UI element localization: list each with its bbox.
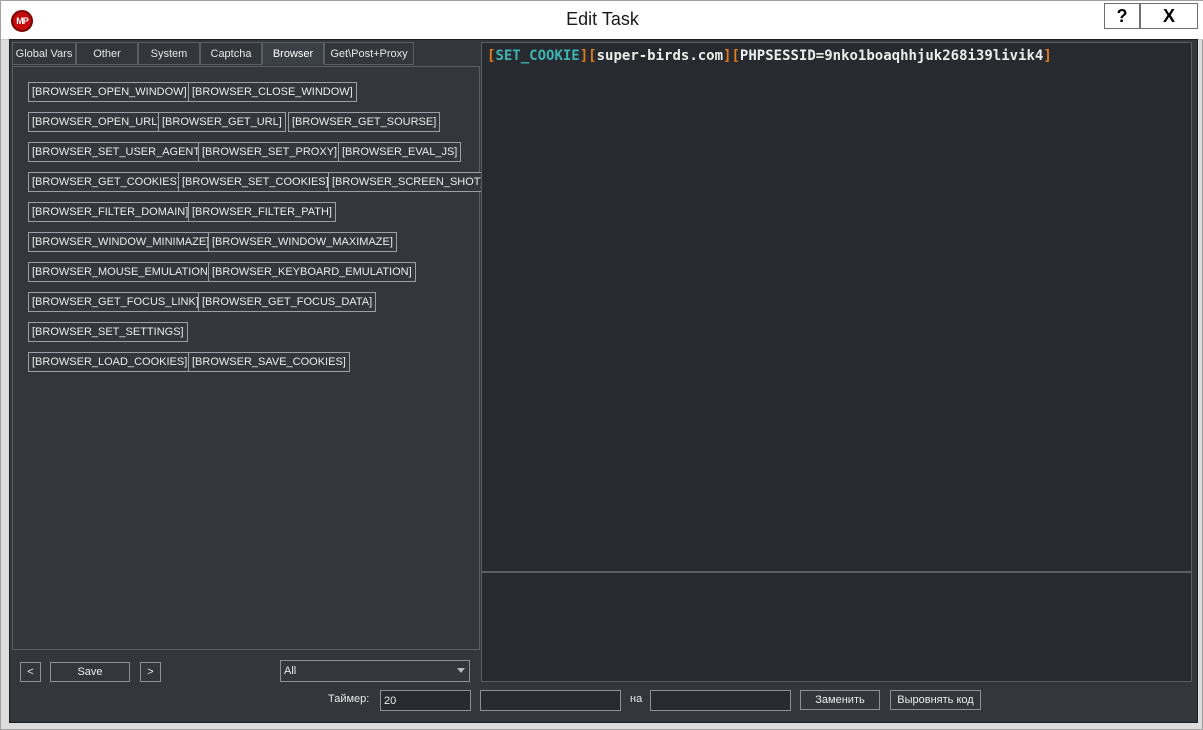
cmd-browser-set-proxy[interactable]: [BROWSER_SET_PROXY] — [198, 142, 342, 162]
cmd-browser-save-cookies[interactable]: [BROWSER_SAVE_COOKIES] — [188, 352, 350, 372]
code-editor[interactable]: [SET_COOKIE][super-birds.com][PHPSESSID=… — [481, 42, 1192, 572]
tab-captcha[interactable]: Captcha — [200, 42, 262, 65]
window-body: Global Vars Other System Captcha Browser… — [9, 39, 1198, 723]
chevron-down-icon — [457, 668, 465, 673]
save-button[interactable]: Save — [50, 662, 130, 682]
cmd-browser-window-maximaze[interactable]: [BROWSER_WINDOW_MAXIMAZE] — [208, 232, 397, 252]
replace-input[interactable] — [650, 690, 791, 711]
tab-get-post-proxy[interactable]: Get\Post+Proxy — [324, 42, 414, 65]
cmd-browser-set-user-agent[interactable]: [BROWSER_SET_USER_AGENT] — [28, 142, 208, 162]
code-arg-domain: super-birds.com — [596, 48, 724, 64]
code-bracket-close: ] — [579, 48, 589, 64]
help-button[interactable]: ? — [1104, 3, 1140, 29]
cmd-browser-eval-js[interactable]: [BROWSER_EVAL_JS] — [338, 142, 462, 162]
cmd-browser-close-window[interactable]: [BROWSER_CLOSE_WINDOW] — [188, 82, 357, 102]
window-title: Edit Task — [566, 9, 639, 29]
cmd-browser-get-sourse[interactable]: [BROWSER_GET_SOURSE] — [288, 112, 441, 132]
code-bracket-open: [ — [731, 48, 740, 64]
timer-input[interactable] — [380, 690, 471, 711]
close-button[interactable]: X — [1140, 3, 1198, 29]
code-bracket-open: [ — [588, 48, 597, 64]
cmd-browser-get-url[interactable]: [BROWSER_GET_URL] — [158, 112, 286, 132]
cmd-browser-window-minimaze[interactable]: [BROWSER_WINDOW_MINIMAZE] — [28, 232, 214, 252]
command-filter-value: All — [284, 665, 297, 677]
prev-button[interactable]: < — [20, 662, 41, 682]
tab-system[interactable]: System — [138, 42, 200, 65]
cmd-browser-keyboard-emulation[interactable]: [BROWSER_KEYBOARD_EMULATION] — [208, 262, 416, 282]
cmd-browser-set-cookies[interactable]: [BROWSER_SET_COOKIES] — [178, 172, 333, 192]
code-arg-cookie: PHPSESSID=9nko1boaqhhjuk268i39livik4 — [739, 48, 1044, 64]
cmd-browser-filter-domain[interactable]: [BROWSER_FILTER_DOMAIN] — [28, 202, 193, 222]
cmd-browser-open-url[interactable]: [BROWSER_OPEN_URL] — [28, 112, 165, 132]
cmd-browser-mouse-emulation[interactable]: [BROWSER_MOUSE_EMULATION] — [28, 262, 215, 282]
tab-global-vars[interactable]: Global Vars — [12, 42, 76, 65]
code-bracket-close: ] — [1043, 48, 1052, 64]
timer-label: Таймер: — [328, 693, 370, 705]
output-pane[interactable] — [481, 572, 1192, 682]
cmd-browser-filter-path[interactable]: [BROWSER_FILTER_PATH] — [188, 202, 336, 222]
edit-task-window: MP Edit Task ? X Global Vars Other Syste… — [0, 0, 1203, 730]
next-button[interactable]: > — [140, 662, 161, 682]
replace-button[interactable]: Заменить — [800, 690, 880, 710]
cmd-browser-get-focus-link[interactable]: [BROWSER_GET_FOCUS_LINK] — [28, 292, 203, 312]
cmd-browser-set-settings[interactable]: [BROWSER_SET_SETTINGS] — [28, 322, 188, 342]
tab-other[interactable]: Other — [76, 42, 138, 65]
cmd-browser-load-cookies[interactable]: [BROWSER_LOAD_COOKIES] — [28, 352, 192, 372]
title-bar[interactable]: MP Edit Task ? X — [1, 1, 1203, 40]
cmd-browser-open-window[interactable]: [BROWSER_OPEN_WINDOW] — [28, 82, 191, 102]
tab-browser[interactable]: Browser — [262, 42, 324, 65]
replace-to-label: на — [630, 693, 643, 705]
align-code-button[interactable]: Выровнять код — [890, 690, 981, 710]
cmd-browser-get-cookies[interactable]: [BROWSER_GET_COOKIES] — [28, 172, 184, 192]
code-command: SET_COOKIE — [495, 48, 580, 64]
command-filter-select[interactable]: All — [280, 660, 470, 682]
cmd-browser-screen-shot[interactable]: [BROWSER_SCREEN_SHOT] — [328, 172, 488, 192]
browser-commands-panel: [BROWSER_OPEN_WINDOW] [BROWSER_CLOSE_WIN… — [12, 66, 488, 650]
cmd-browser-get-focus-data[interactable]: [BROWSER_GET_FOCUS_DATA] — [198, 292, 377, 312]
find-input[interactable] — [480, 690, 621, 711]
